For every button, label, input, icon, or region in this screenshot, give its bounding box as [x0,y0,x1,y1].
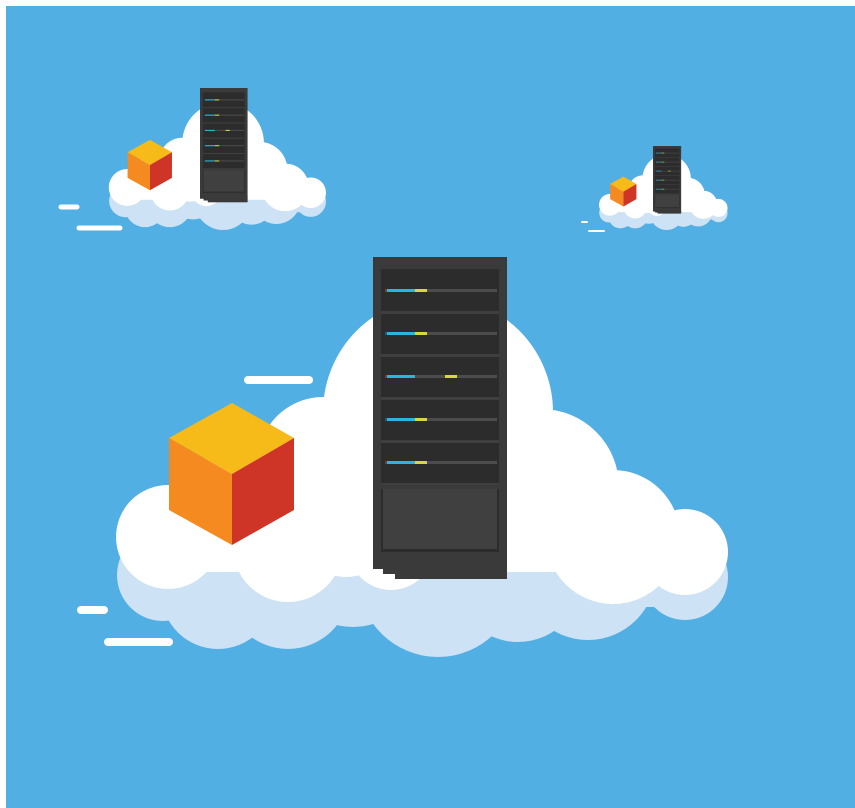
cloud-computing-illustration [0,0,855,808]
server-rack-icon [653,146,682,214]
server-rack-icon [200,88,248,203]
server-rack-icon [373,257,507,579]
